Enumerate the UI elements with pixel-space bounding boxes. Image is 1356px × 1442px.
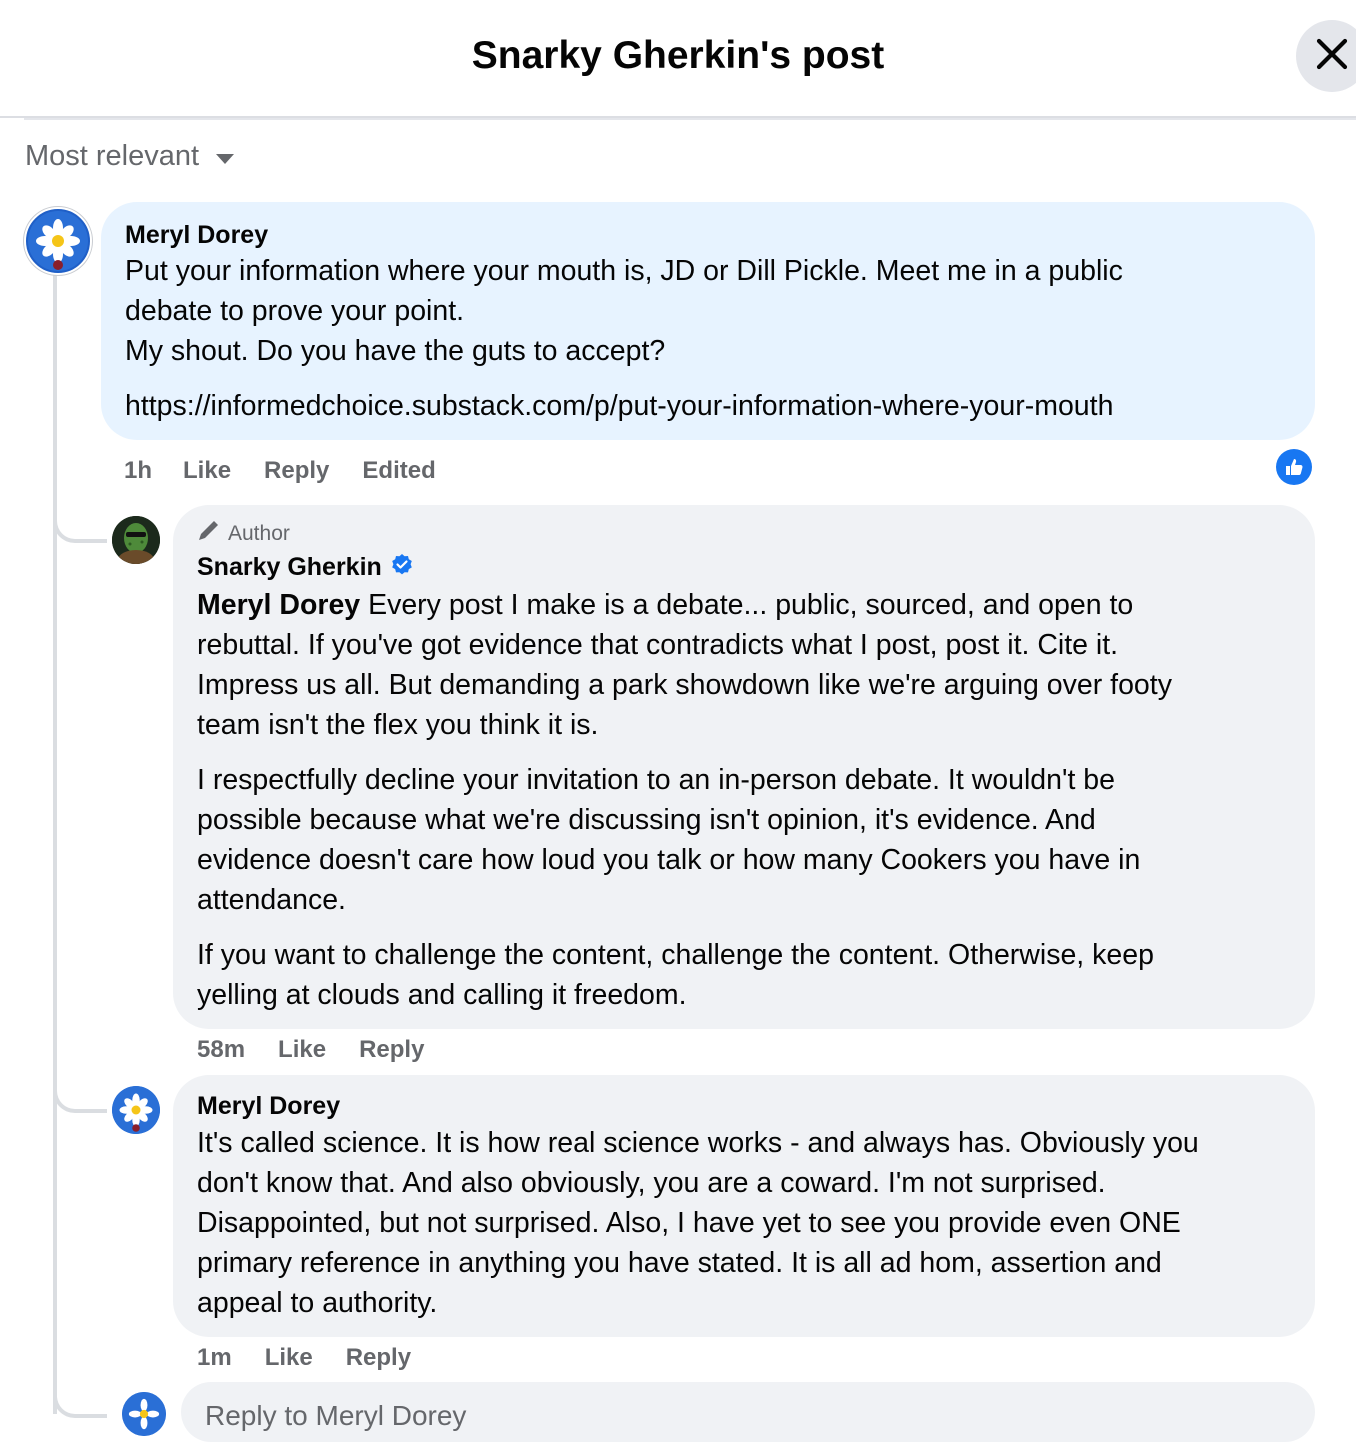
comment-actions: 1h Like Reply Edited bbox=[124, 457, 436, 485]
comment-line: appeal to authority. bbox=[197, 1287, 438, 1319]
author-badge: Author bbox=[196, 519, 290, 549]
comment-line: Disappointed, but not surprised. Also, I… bbox=[197, 1207, 1181, 1239]
comment-bubble: Meryl Dorey Put your information where y… bbox=[101, 202, 1315, 440]
comment-line: My shout. Do you have the guts to accept… bbox=[125, 335, 666, 367]
sort-dropdown[interactable]: Most relevant bbox=[25, 140, 235, 173]
comment-line: yelling at clouds and calling it freedom… bbox=[197, 979, 687, 1011]
comment-actions: 58m Like Reply bbox=[197, 1036, 424, 1064]
caret-down-icon bbox=[215, 140, 235, 173]
close-icon bbox=[1315, 37, 1349, 76]
comment-line: attendance. bbox=[197, 884, 346, 916]
comment-text: It's called science. It is how real scie… bbox=[197, 1123, 1307, 1323]
thread-branch bbox=[53, 1075, 107, 1113]
comment-text: Put your information where your mouth is… bbox=[125, 251, 1305, 371]
like-button[interactable]: Like bbox=[183, 457, 231, 485]
comment-line: Impress us all. But demanding a park sho… bbox=[197, 669, 1172, 701]
like-button[interactable]: Like bbox=[265, 1344, 313, 1372]
comment-line: evidence doesn't care how loud you talk … bbox=[197, 844, 1141, 876]
reply-input[interactable]: Reply to Meryl Dorey bbox=[181, 1382, 1315, 1442]
thread-branch bbox=[53, 1380, 107, 1418]
reply-button[interactable]: Reply bbox=[346, 1344, 411, 1372]
dialog-header: Snarky Gherkin's post bbox=[0, 0, 1356, 118]
comment-time[interactable]: 1h bbox=[124, 457, 152, 485]
comment-line: primary reference in anything you have s… bbox=[197, 1247, 1162, 1279]
daisy-icon bbox=[122, 1392, 166, 1436]
comment-time[interactable]: 1m bbox=[197, 1344, 232, 1372]
daisy-icon bbox=[28, 211, 88, 271]
comment-author[interactable]: Meryl Dorey bbox=[125, 221, 268, 250]
avatar[interactable] bbox=[24, 207, 92, 275]
comment-actions: 1m Like Reply bbox=[197, 1344, 411, 1372]
thread-branch bbox=[53, 505, 107, 543]
comment-link[interactable]: https://informedchoice.substack.com/p/pu… bbox=[125, 390, 1113, 422]
comment-line: Every post I make is a debate... public,… bbox=[360, 589, 1134, 621]
comment-author[interactable]: Snarky Gherkin bbox=[197, 553, 382, 582]
reply-button[interactable]: Reply bbox=[359, 1036, 424, 1064]
reply-placeholder: Reply to Meryl Dorey bbox=[205, 1400, 467, 1431]
comment-line: team isn't the flex you think it is. bbox=[197, 709, 599, 741]
mention-link[interactable]: Meryl Dorey bbox=[197, 589, 360, 621]
comment-text: Meryl Dorey Every post I make is a debat… bbox=[197, 585, 1307, 1015]
comment-line: Put your information where your mouth is… bbox=[125, 255, 1123, 287]
gherkin-avatar-icon bbox=[112, 516, 160, 564]
sort-label: Most relevant bbox=[25, 140, 200, 172]
comment-line: If you want to challenge the content, ch… bbox=[197, 939, 1154, 971]
comment-bubble: Meryl Dorey It's called science. It is h… bbox=[173, 1075, 1315, 1337]
like-reaction-icon[interactable] bbox=[1276, 449, 1312, 485]
pen-icon bbox=[196, 519, 220, 549]
avatar[interactable] bbox=[112, 1086, 160, 1134]
comment-time[interactable]: 58m bbox=[197, 1036, 245, 1064]
reply-button[interactable]: Reply bbox=[264, 457, 329, 485]
verified-badge-icon bbox=[390, 553, 414, 582]
comment-author[interactable]: Meryl Dorey bbox=[197, 1092, 340, 1121]
thread-line bbox=[53, 270, 57, 1414]
avatar bbox=[122, 1392, 166, 1436]
dialog-title: Snarky Gherkin's post bbox=[471, 34, 885, 77]
comment-line: don't know that. And also obviously, you… bbox=[197, 1167, 1106, 1199]
comment-line: I respectfully decline your invitation t… bbox=[197, 764, 1115, 796]
comment-line: debate to prove your point. bbox=[125, 295, 465, 327]
comment-line: possible because what we're discussing i… bbox=[197, 804, 1096, 836]
comment-bubble: Author Snarky Gherkin Meryl Dorey Every … bbox=[173, 505, 1315, 1029]
edited-label[interactable]: Edited bbox=[362, 457, 435, 485]
header-divider bbox=[24, 118, 1356, 120]
daisy-icon bbox=[112, 1086, 160, 1134]
avatar[interactable] bbox=[112, 516, 160, 564]
like-button[interactable]: Like bbox=[278, 1036, 326, 1064]
comment-line: It's called science. It is how real scie… bbox=[197, 1127, 1199, 1159]
comment-line: rebuttal. If you've got evidence that co… bbox=[197, 629, 1119, 661]
author-badge-label: Author bbox=[228, 522, 290, 545]
